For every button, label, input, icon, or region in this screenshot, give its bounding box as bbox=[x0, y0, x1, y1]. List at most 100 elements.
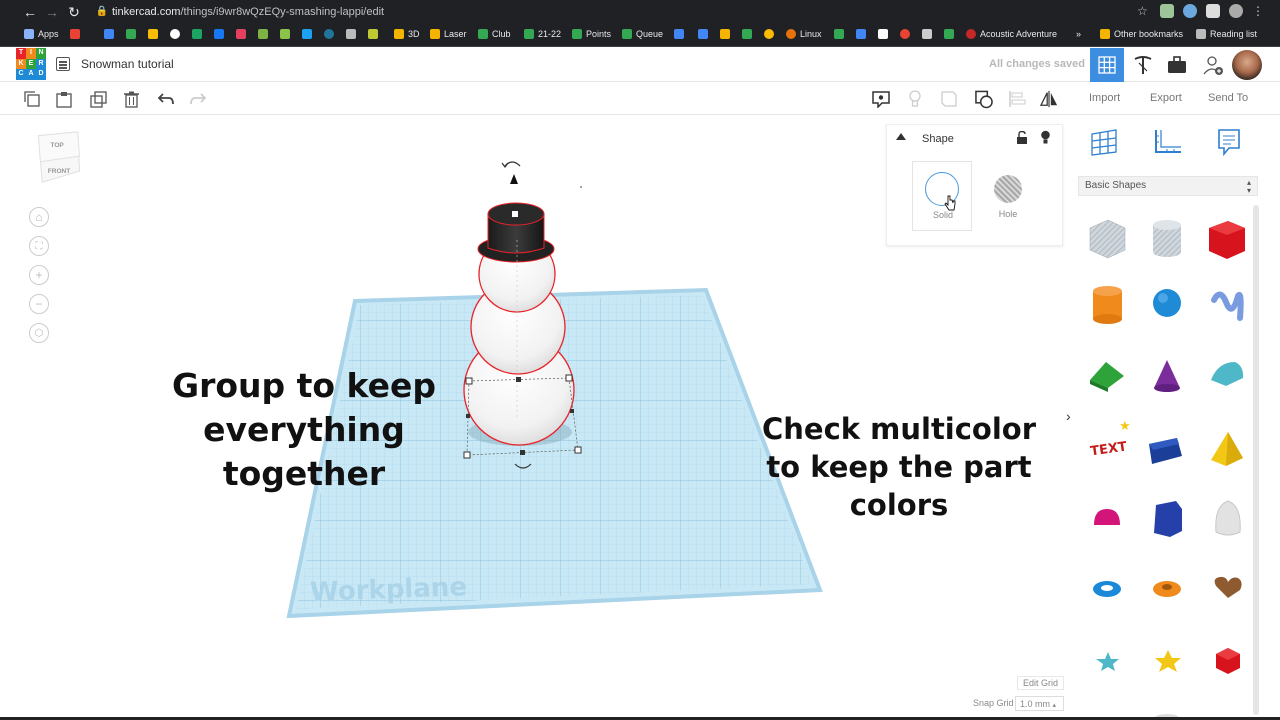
duplicate-button[interactable] bbox=[89, 90, 107, 108]
box-shape[interactable] bbox=[1209, 221, 1245, 259]
blocks-view-button[interactable] bbox=[1126, 48, 1160, 82]
tube-shape[interactable] bbox=[1153, 581, 1181, 597]
star-gold-shape[interactable] bbox=[1155, 650, 1181, 672]
bookmark-icon[interactable] bbox=[192, 29, 202, 39]
group-button[interactable] bbox=[975, 90, 993, 108]
wedge-shape[interactable] bbox=[1149, 438, 1182, 464]
perspective-button[interactable]: ⬡ bbox=[29, 323, 49, 343]
bookmark-21-22[interactable]: 21-22 bbox=[524, 29, 561, 39]
bookmark-icon[interactable] bbox=[900, 29, 910, 39]
show-all-button[interactable] bbox=[906, 90, 924, 108]
edge-handle[interactable] bbox=[466, 414, 470, 418]
tinkercad-logo[interactable]: T I N K E R C A D bbox=[16, 48, 46, 80]
bookmark-icon[interactable] bbox=[346, 29, 356, 39]
bookmark-icon[interactable] bbox=[698, 29, 708, 39]
export-button[interactable]: Export bbox=[1150, 92, 1182, 104]
edge-handle[interactable] bbox=[516, 377, 521, 382]
text-shape[interactable]: TEXT ★ bbox=[1089, 418, 1130, 459]
avatar[interactable] bbox=[1232, 50, 1262, 80]
shapes-scrollbar[interactable] bbox=[1253, 205, 1259, 715]
edit-grid-button[interactable]: Edit Grid bbox=[1017, 676, 1065, 690]
shape-category-select[interactable]: Basic Shapes ▴ ▾ bbox=[1078, 176, 1258, 196]
design-title[interactable]: Snowman tutorial bbox=[81, 57, 174, 71]
edge-handle[interactable] bbox=[570, 409, 574, 413]
3d-view-button[interactable] bbox=[1090, 48, 1124, 82]
edge-handle[interactable] bbox=[520, 450, 525, 455]
bookmark-icon[interactable] bbox=[170, 29, 180, 39]
collapse-icon[interactable] bbox=[896, 133, 906, 140]
bookmark-icon[interactable] bbox=[368, 29, 378, 39]
workplane-icon[interactable] bbox=[1090, 128, 1118, 156]
cylinder-shape[interactable] bbox=[1093, 286, 1122, 324]
bookmark-icon[interactable] bbox=[674, 29, 684, 39]
panel-toggle-icon[interactable]: › bbox=[1066, 408, 1071, 424]
extension-icon[interactable] bbox=[1183, 4, 1197, 18]
paraboloid-shape[interactable] bbox=[1215, 500, 1241, 536]
corner-handle[interactable] bbox=[463, 451, 471, 459]
bookmark-acoustic-adventure[interactable]: Acoustic Adventure bbox=[966, 29, 1057, 39]
bookmark-points[interactable]: Points bbox=[572, 29, 611, 39]
kebab-menu-icon[interactable]: ⋮ bbox=[1252, 4, 1266, 18]
align-button[interactable] bbox=[1008, 90, 1026, 108]
bookmark-icon[interactable] bbox=[104, 29, 114, 39]
address-bar[interactable]: tinkercad.com/things/i9wr8wQzEQy-smashin… bbox=[112, 6, 384, 18]
cylinder-hole-shape[interactable] bbox=[1153, 220, 1181, 257]
puzzle-icon[interactable] bbox=[1206, 4, 1220, 18]
solid-option[interactable]: Solid bbox=[912, 161, 972, 231]
bookmark-icon[interactable] bbox=[258, 29, 268, 39]
zoom-in-button[interactable]: + bbox=[29, 265, 49, 285]
roof-shape[interactable] bbox=[1090, 362, 1124, 392]
design-menu-icon[interactable] bbox=[56, 57, 70, 71]
forward-icon[interactable]: → bbox=[44, 4, 60, 20]
bookmark-icon[interactable] bbox=[834, 29, 844, 39]
copy-button[interactable] bbox=[23, 90, 41, 108]
bookmarks-overflow[interactable]: » bbox=[1076, 29, 1081, 39]
heart-shape[interactable] bbox=[1214, 576, 1242, 598]
lessons-button[interactable] bbox=[1160, 48, 1194, 82]
notes-icon[interactable] bbox=[1217, 128, 1241, 156]
home-view-button[interactable]: ⌂ bbox=[29, 207, 49, 227]
hole-option[interactable]: Hole bbox=[978, 161, 1038, 231]
back-icon[interactable]: ← bbox=[22, 4, 38, 20]
bookmark-star-icon[interactable]: ☆ bbox=[1137, 4, 1151, 18]
star-shape[interactable] bbox=[1096, 652, 1119, 671]
add-user-button[interactable] bbox=[1196, 48, 1230, 82]
reload-icon[interactable]: ↻ bbox=[66, 4, 82, 20]
ruler-icon[interactable] bbox=[1153, 128, 1183, 156]
bookmark-club[interactable]: Club bbox=[478, 29, 511, 39]
corner-handle[interactable] bbox=[565, 374, 573, 382]
icosahedron-shape[interactable] bbox=[1216, 648, 1240, 674]
bookmark-gmail[interactable] bbox=[70, 29, 80, 39]
pyramid-shape[interactable] bbox=[1211, 432, 1243, 466]
fit-view-button[interactable]: ⛶ bbox=[29, 236, 49, 256]
round-roof-shape[interactable] bbox=[1211, 362, 1244, 386]
notes-button[interactable] bbox=[872, 90, 890, 108]
bookmark-3d[interactable]: 3D bbox=[394, 29, 420, 39]
undo-button[interactable] bbox=[157, 90, 175, 108]
half-sphere-shape[interactable] bbox=[1094, 509, 1120, 525]
bookmark-icon[interactable] bbox=[126, 29, 136, 39]
bookmark-reading-list[interactable]: Reading list bbox=[1196, 29, 1257, 39]
bookmark-other[interactable]: Other bookmarks bbox=[1100, 29, 1183, 39]
scribble-shape[interactable] bbox=[1211, 291, 1244, 321]
sphere-shape[interactable] bbox=[1153, 289, 1181, 317]
bookmark-icon[interactable] bbox=[878, 29, 888, 39]
corner-handle[interactable] bbox=[574, 446, 582, 454]
bookmark-icon[interactable] bbox=[764, 29, 774, 39]
bookmark-icon[interactable] bbox=[944, 29, 954, 39]
send-to-button[interactable]: Send To bbox=[1208, 92, 1248, 104]
bookmark-icon[interactable] bbox=[922, 29, 932, 39]
bookmark-icon[interactable] bbox=[720, 29, 730, 39]
lift-cone-icon[interactable] bbox=[510, 174, 518, 184]
lightbulb-icon[interactable] bbox=[1040, 130, 1051, 145]
polygon-shape[interactable] bbox=[1154, 501, 1182, 537]
redo-button[interactable] bbox=[189, 90, 207, 108]
bookmark-icon[interactable] bbox=[236, 29, 246, 39]
paste-button[interactable] bbox=[55, 90, 73, 108]
lock-icon[interactable] bbox=[1016, 131, 1028, 144]
bookmark-icon[interactable] bbox=[324, 29, 334, 39]
bookmark-icon[interactable] bbox=[302, 29, 312, 39]
mirror-button[interactable] bbox=[1040, 90, 1058, 108]
bookmark-linux[interactable]: Linux bbox=[786, 29, 822, 39]
bookmark-icon[interactable] bbox=[742, 29, 752, 39]
